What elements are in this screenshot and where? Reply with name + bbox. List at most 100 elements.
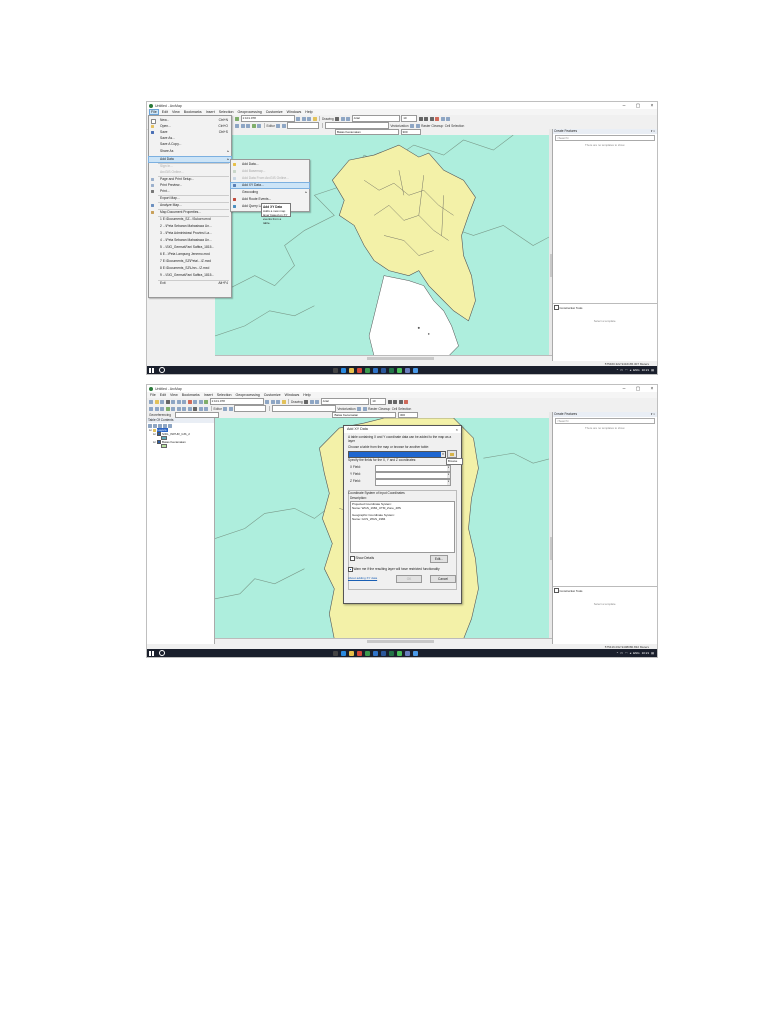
font-combo[interactable]: Arial (351, 115, 400, 122)
menu-bookmarks[interactable]: Bookmarks (182, 393, 200, 397)
cell-selection-menu[interactable]: Cell Selection (445, 124, 465, 128)
menu-edit[interactable]: Edit (160, 393, 166, 397)
menu-item-new[interactable]: New... Ctrl+N (149, 118, 231, 125)
menu-item-recent-6[interactable]: 6 E...\Peta Lampung Jenemo.mxd (149, 252, 231, 257)
zoom-out-icon[interactable] (154, 406, 159, 411)
drawing-menu[interactable]: Drawing (291, 400, 303, 404)
menu-view[interactable]: View (172, 110, 180, 114)
zoom-out-icon[interactable] (240, 123, 245, 128)
menu-item-document-properties[interactable]: Map Document Properties... (149, 210, 231, 215)
catalog-icon[interactable] (270, 399, 275, 404)
full-extent-icon[interactable] (251, 123, 256, 128)
warn-row[interactable]: Warn me if the resulting layer will have… (348, 567, 440, 572)
cell-selection-menu[interactable]: Cell Selection (392, 407, 412, 411)
word-icon[interactable] (381, 650, 386, 656)
pan-icon[interactable] (246, 123, 250, 128)
search-window-icon[interactable] (307, 116, 311, 121)
ok-button[interactable]: OK (396, 575, 422, 583)
drawing-menu[interactable]: Drawing (322, 117, 334, 121)
warn-checkbox[interactable] (348, 567, 353, 572)
list-by-source-icon[interactable] (153, 423, 157, 428)
menu-item-arcgis-online[interactable]: ArcGIS Online... (149, 170, 231, 175)
menu-item-recent-7[interactable]: 7 E:\Documents_SZ\Peta\...\Z.mxd (149, 259, 231, 264)
menu-geoprocessing[interactable]: Geoprocessing (238, 110, 262, 114)
search-icon[interactable] (159, 367, 165, 373)
maximize-button[interactable]: ▢ (635, 103, 641, 109)
pan-icon[interactable] (160, 406, 164, 411)
edit-tool-icon[interactable] (276, 123, 281, 128)
whatsapp-icon[interactable] (397, 650, 402, 656)
dialog-close-button[interactable]: × (456, 426, 458, 433)
edge-icon[interactable] (341, 650, 346, 656)
sketch-icon[interactable] (228, 406, 233, 411)
italic-icon[interactable] (393, 399, 398, 404)
wifi-icon[interactable]: ◠ (625, 651, 628, 655)
task-view-icon[interactable] (333, 367, 338, 373)
menu-bookmarks[interactable]: Bookmarks (184, 110, 202, 114)
full-extent-icon[interactable] (165, 406, 170, 411)
menu-customize[interactable]: Customize (266, 110, 283, 114)
edge-icon[interactable] (341, 367, 346, 373)
zoom-in-icon[interactable] (235, 123, 239, 128)
raster-cleanup-menu[interactable]: Raster Cleanup (421, 124, 443, 128)
language-indicator[interactable]: ENG (633, 368, 640, 372)
line-color-icon[interactable] (446, 116, 451, 121)
rectangle-icon[interactable] (340, 116, 345, 121)
show-details-checkbox[interactable] (350, 556, 355, 561)
menu-item-recent-1[interactable]: 1 E:\Documents_SZ...\Sukorn.mxd (149, 217, 231, 222)
arcmap-task-icon[interactable] (365, 650, 370, 656)
select-elements-icon[interactable] (304, 399, 309, 404)
menu-item-analyze-map[interactable]: Analyze Map... (149, 203, 231, 208)
submenu-add-xy-data[interactable]: Add XY Data... (230, 181, 310, 190)
menu-item-sign-in[interactable]: Sign In... (149, 164, 231, 169)
raster-combo[interactable] (271, 405, 336, 412)
minimize-button[interactable]: – (621, 103, 627, 109)
add-data-icon[interactable] (204, 399, 208, 404)
vectorization-menu[interactable]: Vectorization (390, 124, 408, 128)
menu-file[interactable]: File (149, 109, 159, 115)
map-horizontal-scrollbar[interactable] (215, 355, 552, 361)
table-select[interactable]: ▾ (348, 451, 446, 458)
list-by-selection-icon[interactable] (163, 423, 167, 428)
menu-item-add-data[interactable]: Add Data ▸ (148, 155, 232, 164)
task-view-icon[interactable] (333, 650, 338, 656)
excel-icon[interactable] (389, 650, 394, 656)
edit-button[interactable]: Edit... (430, 555, 448, 563)
close-button[interactable]: × (649, 103, 655, 109)
italic-icon[interactable] (424, 116, 429, 121)
list-by-visibility-icon[interactable] (158, 423, 162, 428)
show-details-row[interactable]: Show Details (350, 556, 374, 561)
bold-icon[interactable] (418, 116, 423, 121)
paste-icon[interactable] (182, 399, 186, 404)
menu-item-recent-2[interactable]: 2 ...\Peta Sebaran Mahasiswa Un... (149, 224, 231, 229)
menu-item-recent-9[interactable]: 9 ...\SIG_Gemsa\Fani Safitra_1815... (149, 273, 231, 278)
vectorize-icon[interactable] (357, 406, 362, 411)
search-window-icon[interactable] (276, 399, 280, 404)
menu-item-recent-3[interactable]: 3 ...\Peta Administrasi Provinsi La... (149, 231, 231, 236)
scale-combo[interactable]: 1:101.078 (209, 398, 264, 405)
text-icon[interactable] (346, 116, 351, 121)
delete-icon[interactable] (187, 399, 192, 404)
menu-item-recent-4[interactable]: 4 ...\Peta Sebaran Mahasiswa Un... (149, 238, 231, 243)
vectorize-icon[interactable] (410, 123, 415, 128)
font-combo[interactable]: Arial (320, 398, 369, 405)
photos-icon[interactable] (413, 367, 418, 373)
font-size-combo[interactable]: 10 (370, 398, 387, 405)
raster-cleanup-menu[interactable]: Raster Cleanup (368, 407, 390, 411)
percent-combo[interactable] (287, 122, 320, 129)
arctoolbox-icon[interactable] (312, 116, 317, 121)
volume-icon[interactable]: ◂ (630, 651, 632, 655)
battery-icon[interactable]: ▭ (620, 651, 623, 655)
menu-insert[interactable]: Insert (204, 393, 213, 397)
menu-windows[interactable]: Windows (287, 110, 302, 114)
new-icon[interactable] (149, 399, 153, 404)
tray-arrow-icon[interactable]: ^ (617, 368, 618, 372)
underline-icon[interactable] (429, 116, 434, 121)
photos-icon[interactable] (413, 650, 418, 656)
excel-icon[interactable] (389, 367, 394, 373)
explorer-icon[interactable] (349, 367, 354, 373)
template-search-input[interactable]: <Search> (555, 418, 655, 424)
percent-combo[interactable] (234, 405, 267, 412)
menu-item-recent-5[interactable]: 5 ...\SIG_Gemsa\Fani Safitra_1815... (149, 245, 231, 250)
language-indicator[interactable]: ENG (633, 651, 640, 655)
